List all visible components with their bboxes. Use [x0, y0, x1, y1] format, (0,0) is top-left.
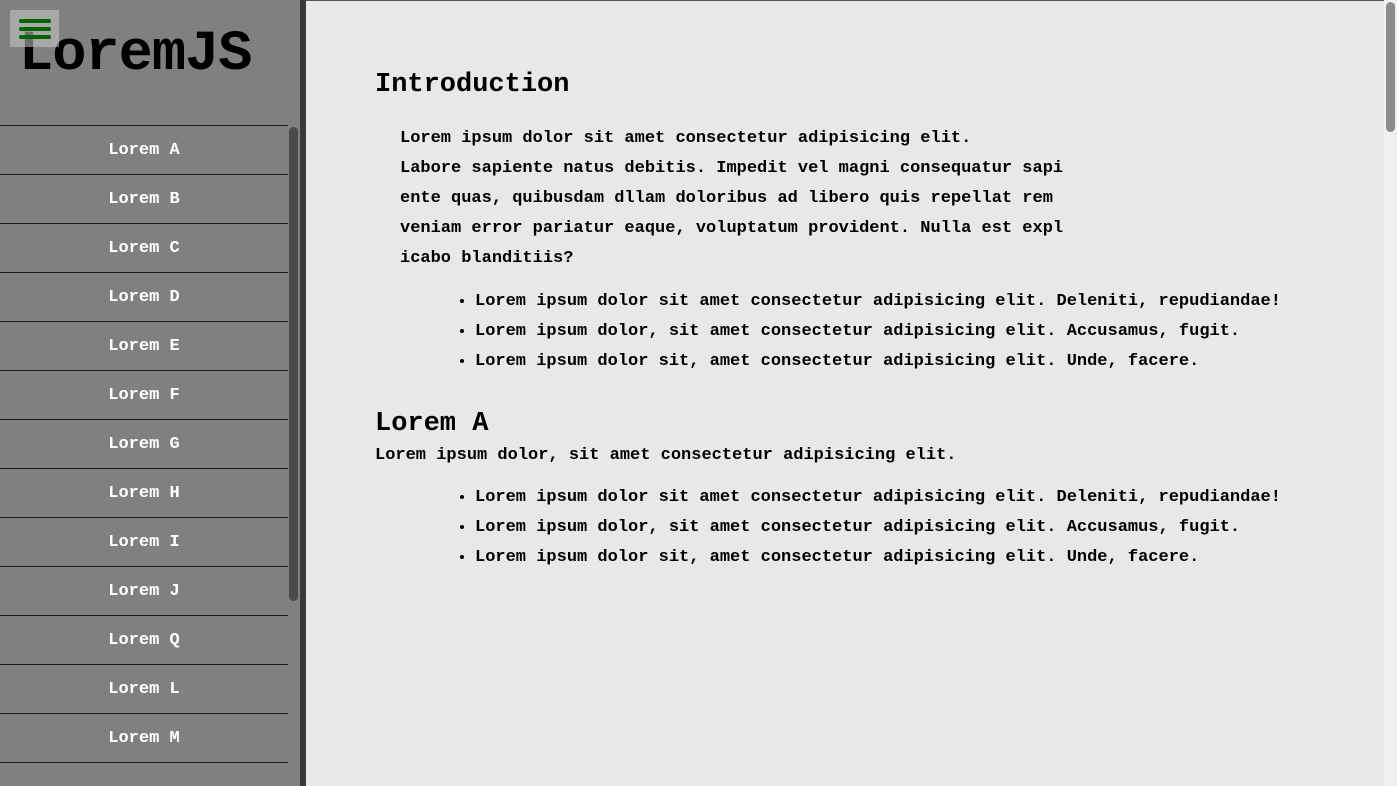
page-scrollbar-thumb[interactable] — [1386, 2, 1395, 132]
sidebar-item-lorem-m[interactable]: Lorem M — [0, 714, 288, 763]
sidebar-item-lorem-c[interactable]: Lorem C — [0, 224, 288, 273]
menu-bar — [19, 26, 51, 31]
sidebar-item-lorem-l[interactable]: Lorem L — [0, 665, 288, 714]
sidebar-scrollbar-thumb[interactable] — [289, 127, 298, 601]
list-item: Lorem ipsum dolor sit amet consectetur a… — [475, 483, 1305, 513]
section-paragraph: Lorem ipsum dolor, sit amet consectetur … — [375, 446, 957, 465]
sidebar-item-lorem-e[interactable]: Lorem E — [0, 322, 288, 371]
list-item: Lorem ipsum dolor, sit amet consectetur … — [475, 317, 1305, 347]
logo-area: LoremJS — [0, 0, 300, 125]
list-item: Lorem ipsum dolor sit amet consectetur a… — [475, 287, 1305, 317]
sidebar: LoremJS Lorem A Lorem B Lorem C Lorem D … — [0, 0, 300, 786]
intro-paragraph: Lorem ipsum dolor sit amet consectetur a… — [400, 129, 1064, 268]
list-item: Lorem ipsum dolor, sit amet consectetur … — [475, 513, 1305, 543]
sidebar-nav: Lorem A Lorem B Lorem C Lorem D Lorem E … — [0, 125, 288, 763]
sidebar-item-lorem-g[interactable]: Lorem G — [0, 420, 288, 469]
sidebar-item-lorem-i[interactable]: Lorem I — [0, 518, 288, 567]
section-heading-lorem-a: Lorem A — [375, 409, 489, 439]
sidebar-scrollbar[interactable] — [288, 125, 300, 786]
sidebar-item-lorem-h[interactable]: Lorem H — [0, 469, 288, 518]
sidebar-item-lorem-b[interactable]: Lorem B — [0, 175, 288, 224]
sidebar-item-lorem-j[interactable]: Lorem J — [0, 567, 288, 616]
main-content: Introduction Lorem ipsum dolor sit amet … — [306, 0, 1384, 786]
intro-bullet-list: Lorem ipsum dolor sit amet consectetur a… — [375, 287, 1355, 377]
sidebar-item-lorem-q[interactable]: Lorem Q — [0, 616, 288, 665]
hamburger-menu-icon[interactable] — [10, 10, 59, 47]
menu-bar — [19, 18, 51, 23]
section-bullet-list: Lorem ipsum dolor sit amet consectetur a… — [375, 483, 1355, 573]
intro-heading: Introduction — [375, 70, 570, 100]
sidebar-item-lorem-f[interactable]: Lorem F — [0, 371, 288, 420]
page-scrollbar[interactable] — [1384, 0, 1397, 786]
sidebar-item-lorem-d[interactable]: Lorem D — [0, 273, 288, 322]
list-item: Lorem ipsum dolor sit, amet consectetur … — [475, 347, 1305, 377]
list-item: Lorem ipsum dolor sit, amet consectetur … — [475, 543, 1305, 573]
menu-bar — [19, 34, 51, 39]
article: Introduction Lorem ipsum dolor sit amet … — [375, 68, 1355, 573]
sidebar-item-lorem-a[interactable]: Lorem A — [0, 126, 288, 175]
